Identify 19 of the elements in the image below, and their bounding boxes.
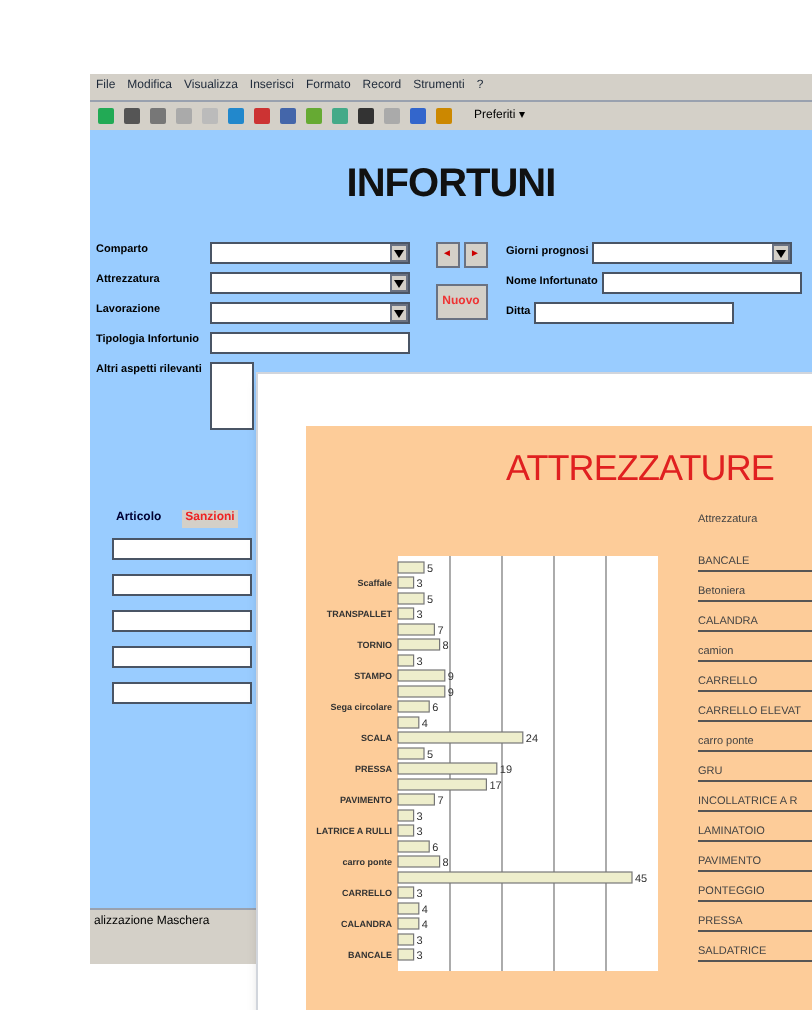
form-title: INFORTUNI (344, 160, 558, 210)
combo-box[interactable] (210, 302, 410, 324)
combo-box[interactable] (210, 272, 410, 294)
text-field[interactable] (112, 610, 252, 632)
memo-field[interactable] (210, 362, 254, 430)
dropdown-arrow-icon[interactable] (772, 244, 791, 262)
dropdown-arrow-icon[interactable] (390, 274, 408, 292)
text-field[interactable] (112, 574, 252, 596)
text-field[interactable] (112, 682, 252, 704)
combo-box[interactable] (592, 242, 793, 264)
text-field[interactable] (112, 646, 252, 668)
combo-box[interactable] (210, 242, 410, 264)
report-title: ATTREZZATURE (506, 446, 776, 492)
text-field[interactable] (534, 302, 735, 324)
text-field[interactable] (112, 538, 252, 560)
dropdown-arrow-icon[interactable] (390, 244, 408, 262)
text-field[interactable] (210, 332, 410, 354)
dropdown-arrow-icon[interactable] (390, 304, 408, 322)
text-field[interactable] (601, 272, 802, 294)
